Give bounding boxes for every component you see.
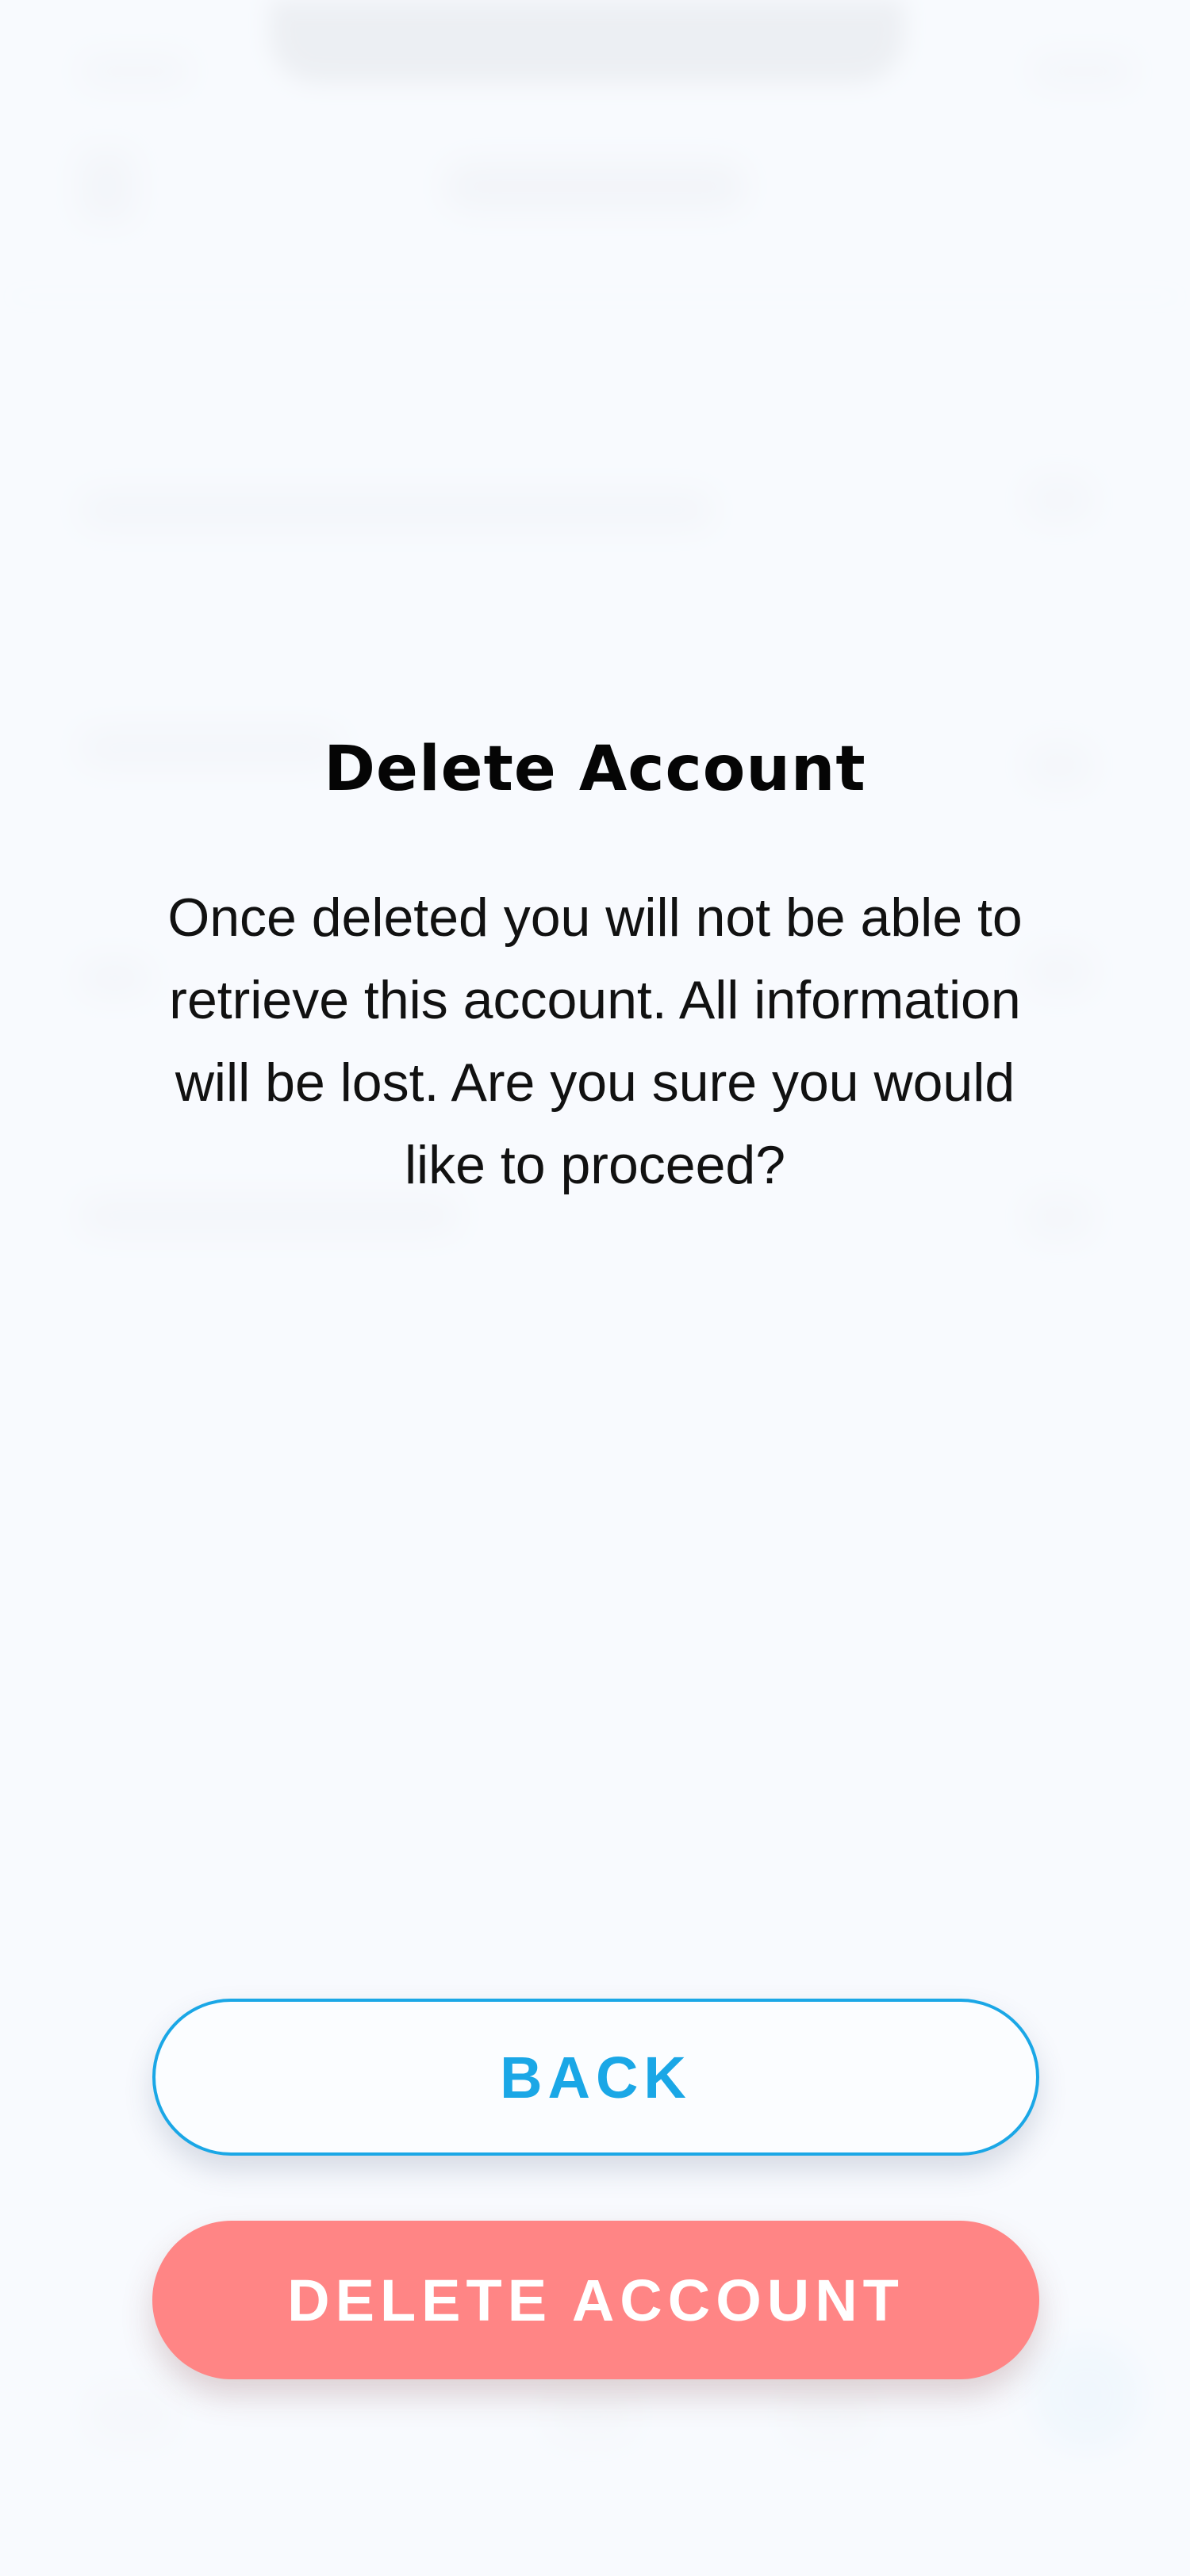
modal-overlay — [0, 0, 1190, 2576]
back-button[interactable]: BACK — [152, 1999, 1039, 2156]
dialog-title: Delete Account — [324, 734, 866, 805]
delete-account-button[interactable]: DELETE ACCOUNT — [152, 2221, 1039, 2379]
dialog-message: Once deleted you will not be able to ret… — [167, 887, 1023, 1195]
